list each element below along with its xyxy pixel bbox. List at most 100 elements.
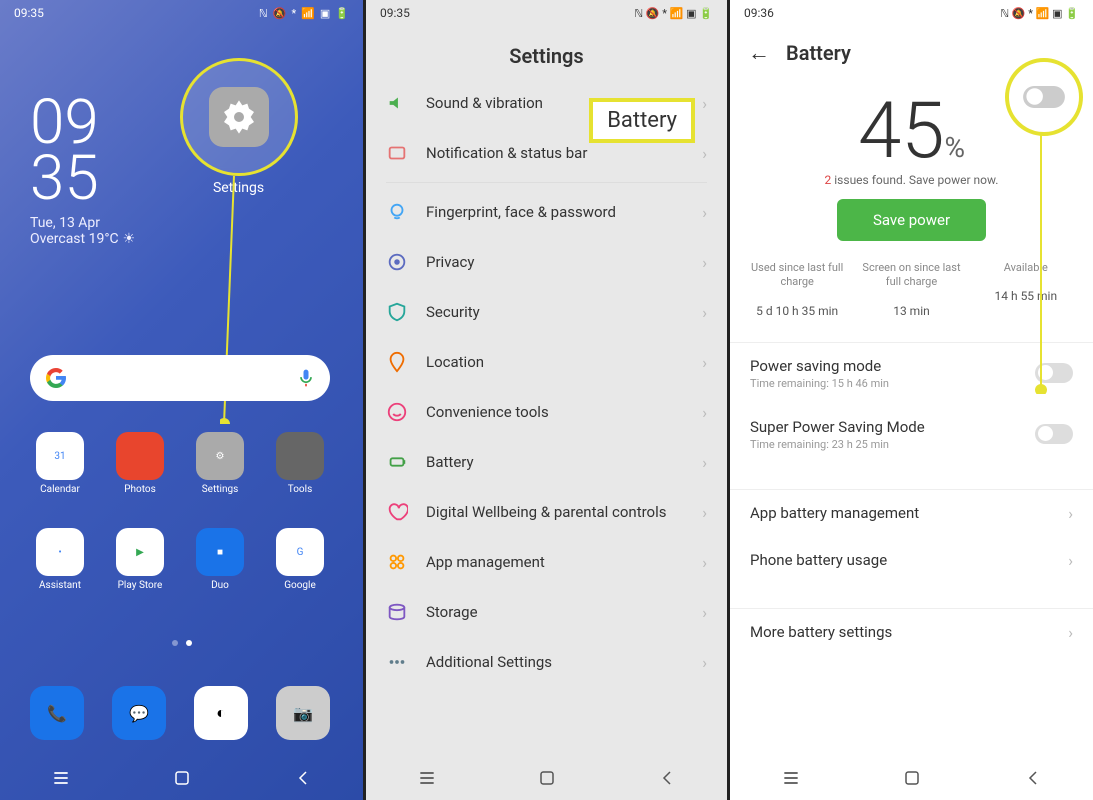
chevron-right-icon: › — [702, 453, 707, 472]
battery-link-row[interactable]: App battery management › — [730, 490, 1093, 537]
google-search-bar[interactable] — [30, 355, 330, 401]
settings-item-storage[interactable]: Storage› — [366, 587, 727, 637]
settings-item-smile[interactable]: Convenience tools› — [366, 387, 727, 437]
toggle-switch[interactable] — [1035, 363, 1073, 383]
status-icons: ℕ 🔕 * 📶 ▣ 🔋 — [1000, 7, 1079, 20]
chevron-right-icon: › — [1068, 623, 1073, 642]
battery-link-row[interactable]: More battery settings › — [730, 609, 1093, 656]
stat-value: 13 min — [855, 304, 968, 318]
link-label: More battery settings — [750, 623, 892, 641]
power-modes: Power saving modeTime remaining: 15 h 46… — [730, 343, 1093, 465]
app-icon: ■ — [196, 528, 244, 576]
settings-label: App management — [426, 553, 684, 571]
messages-icon[interactable]: 💬 — [112, 686, 166, 740]
battery-link-row[interactable]: Phone battery usage › — [730, 537, 1093, 584]
location-icon — [386, 351, 408, 373]
link-label: Phone battery usage — [750, 551, 887, 569]
nav-bar — [730, 756, 1093, 800]
settings-item-security[interactable]: Security › — [366, 287, 727, 337]
chevron-right-icon: › — [702, 503, 707, 522]
google-icon — [44, 366, 68, 390]
back-icon[interactable] — [294, 769, 312, 787]
gear-icon — [209, 87, 269, 147]
settings-item-battery[interactable]: Battery › — [366, 437, 727, 487]
chevron-right-icon: › — [702, 553, 707, 572]
stat-value: 5 d 10 h 35 min — [741, 304, 854, 318]
chevron-right-icon: › — [702, 653, 707, 672]
menu-icon[interactable] — [781, 768, 801, 788]
stat-col: Screen on since last full charge 13 min — [855, 261, 968, 318]
settings-label: Battery — [426, 453, 684, 471]
power-mode-row: Power saving modeTime remaining: 15 h 46… — [730, 343, 1093, 404]
settings-label: Security — [426, 303, 684, 321]
app-label: Photos — [124, 484, 156, 495]
settings-callout[interactable]: Settings — [176, 58, 301, 207]
app-settings[interactable]: ⚙Settings — [190, 432, 250, 495]
app-label: Play Store — [118, 580, 163, 591]
battery-links: App battery management›Phone battery usa… — [730, 490, 1093, 656]
app-icon — [116, 432, 164, 480]
settings-item-privacy[interactable]: Privacy› — [366, 237, 727, 287]
home-icon[interactable] — [538, 769, 556, 787]
chevron-right-icon: › — [702, 403, 707, 422]
app-icon: ▶ — [116, 528, 164, 576]
chrome-icon[interactable]: ◐ — [194, 686, 248, 740]
app-duo[interactable]: ■Duo — [190, 528, 250, 591]
stat-label: Used since last full charge — [741, 261, 854, 290]
mode-title: Super Power Saving Mode — [750, 418, 925, 436]
status-bar: 09:35 ℕ 🔕 * 📶 ▣ 🔋 — [0, 0, 363, 26]
page-title: Settings — [366, 26, 727, 78]
phone-icon[interactable]: 📞 — [30, 686, 84, 740]
clock-widget[interactable]: 09 35 Tue, 13 Apr Overcast 19°C ☀ — [30, 95, 135, 247]
settings-item-finger[interactable]: Fingerprint, face & password› — [366, 187, 727, 237]
power-mode-row: Super Power Saving Mode Time remaining: 2… — [730, 404, 1093, 465]
stat-label: Screen on since last full charge — [855, 261, 968, 290]
toggle-callout — [1005, 58, 1083, 136]
nfc-icon: ℕ — [259, 7, 268, 20]
chevron-right-icon: › — [1068, 551, 1073, 570]
app-icon — [276, 432, 324, 480]
settings-item-apps[interactable]: App management › — [366, 537, 727, 587]
issues-label: 2 issues found. Save power now. — [730, 173, 1093, 187]
chevron-right-icon: › — [702, 303, 707, 322]
chevron-right-icon: › — [702, 253, 707, 272]
settings-list: Sound & vibration›Notification & status … — [366, 78, 727, 687]
back-icon[interactable] — [1024, 769, 1042, 787]
camera-icon[interactable]: 📷 — [276, 686, 330, 740]
sun-icon: ☀ — [123, 231, 136, 247]
status-icons: ℕ 🔕 * 📶 ▣ 🔋 — [634, 7, 713, 20]
mode-title: Power saving mode — [750, 357, 889, 375]
back-icon[interactable] — [658, 769, 676, 787]
home-icon[interactable] — [903, 769, 921, 787]
home-icon[interactable] — [173, 769, 191, 787]
wifi-icon: 📶 — [301, 7, 315, 20]
callout-label: Settings — [213, 180, 264, 196]
app-photos[interactable]: Photos — [110, 432, 170, 495]
settings-item-heart[interactable]: Digital Wellbeing & parental controls› — [366, 487, 727, 537]
weather-label: Overcast 19°C ☀ — [30, 231, 135, 247]
link-label: App battery management — [750, 504, 919, 522]
usage-stats: Used since last full charge 5 d 10 h 35 m… — [730, 261, 1093, 318]
menu-icon[interactable] — [417, 768, 437, 788]
mic-icon[interactable] — [296, 368, 316, 388]
toggle-switch[interactable] — [1035, 424, 1073, 444]
app-tools[interactable]: Tools — [270, 432, 330, 495]
dock: 📞 💬 ◐ 📷 — [30, 686, 330, 740]
smile-icon — [386, 401, 408, 423]
menu-icon[interactable] — [51, 768, 71, 788]
app-play-store[interactable]: ▶ Play Store — [110, 528, 170, 591]
stat-label: Available — [969, 261, 1082, 275]
clock-minutes: 35 — [30, 151, 135, 207]
chevron-right-icon: › — [1068, 504, 1073, 523]
app-assistant[interactable]: •Assistant — [30, 528, 90, 591]
save-power-button[interactable]: Save power — [837, 199, 986, 241]
mode-subtitle: Time remaining: 23 h 25 min — [750, 438, 925, 451]
toggle-icon — [1023, 86, 1065, 108]
settings-item-additional[interactable]: Additional Settings› — [366, 637, 727, 687]
settings-item-location[interactable]: Location› — [366, 337, 727, 387]
app-calendar[interactable]: 31Calendar — [30, 432, 90, 495]
app-icon: G — [276, 528, 324, 576]
app-google[interactable]: GGoogle — [270, 528, 330, 591]
settings-label: Notification & status bar — [426, 144, 684, 162]
back-button[interactable]: ← — [748, 40, 770, 66]
